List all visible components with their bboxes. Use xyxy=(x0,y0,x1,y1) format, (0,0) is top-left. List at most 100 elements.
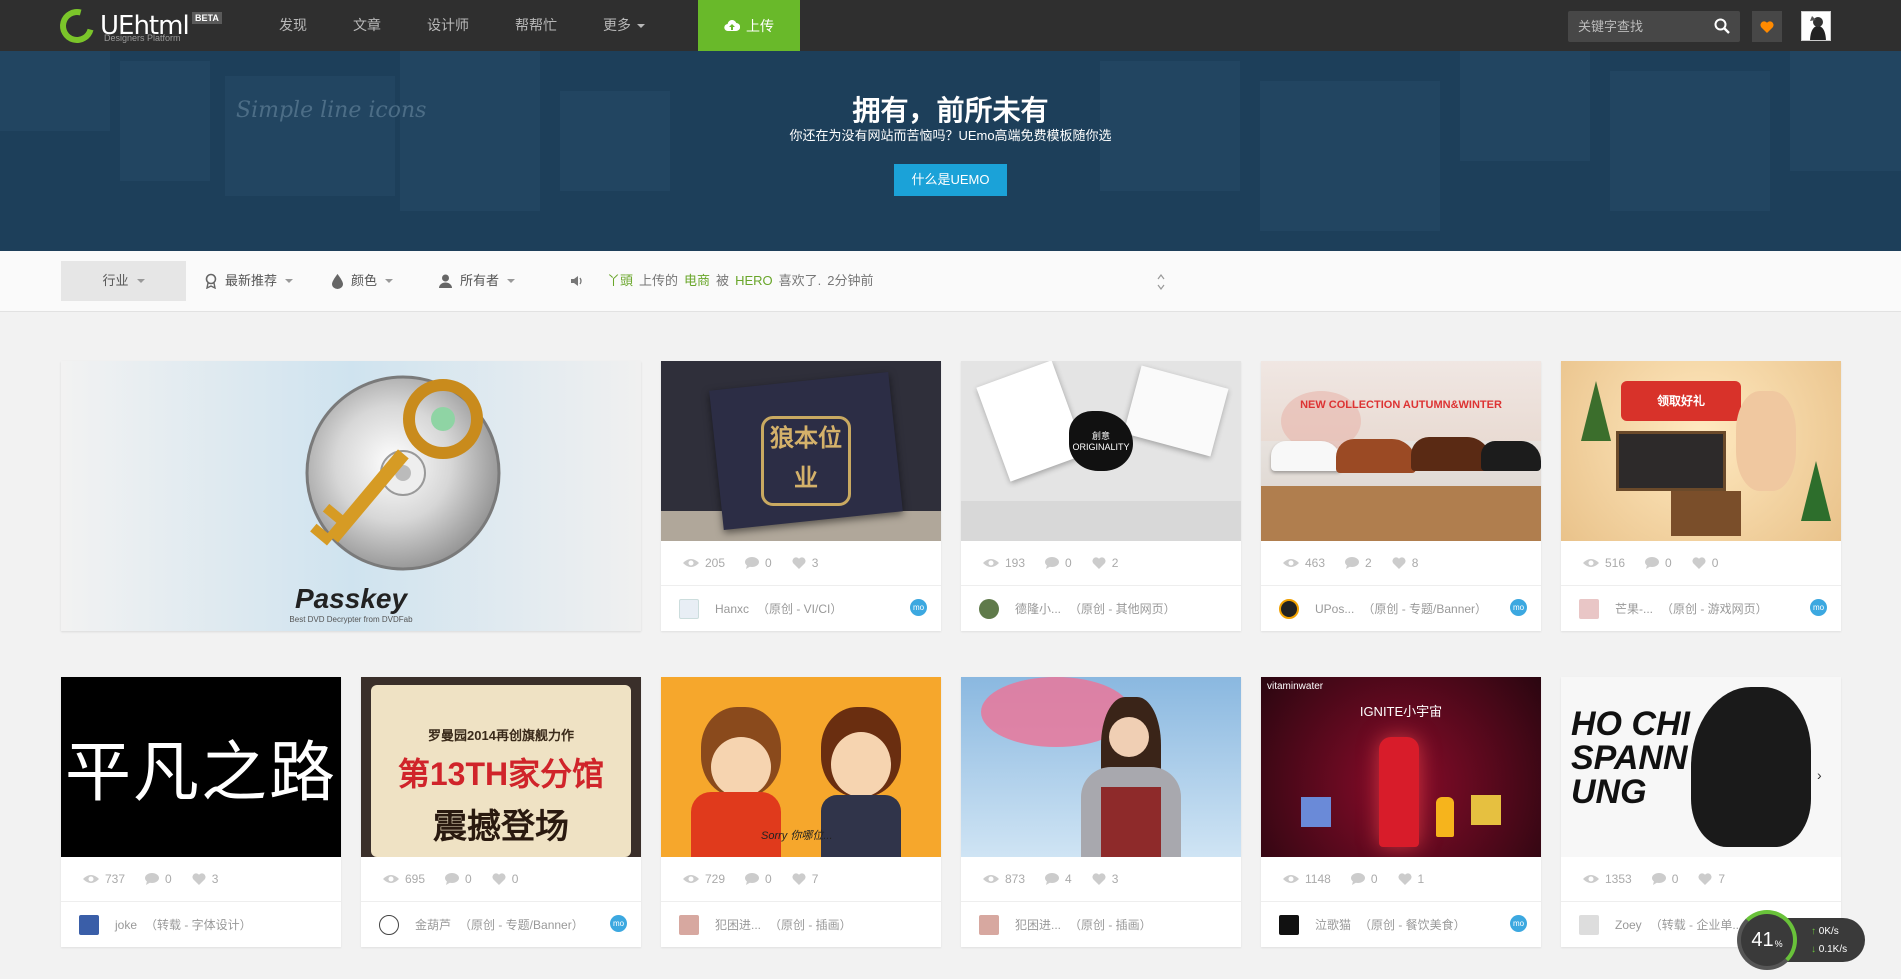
work-card[interactable]: 平凡之路 737 0 3 joke （转载 - 字体设计） xyxy=(61,677,341,947)
mo-badge: mo xyxy=(910,599,927,616)
thumb-text: 創意 ORIGINALITY xyxy=(1069,411,1133,471)
work-card[interactable]: Sorry 你哪位... 729 0 7 犯困进... （原创 - 插画） xyxy=(661,677,941,947)
nav-item-designers[interactable]: 设计师 xyxy=(404,0,492,51)
work-meta: （原创 - 专题/Banner） xyxy=(1362,602,1488,616)
work-meta: （原创 - VI/CI） xyxy=(757,602,843,616)
author-avatar[interactable] xyxy=(1279,598,1299,619)
work-card[interactable]: vitaminwater IGNITE小宇宙 1148 0 1 泣歌猫 （原创 … xyxy=(1261,677,1541,947)
author-name[interactable]: 芒果-... xyxy=(1615,600,1653,617)
nav-item-articles[interactable]: 文章 xyxy=(330,0,404,51)
work-meta: （原创 - 游戏网页） xyxy=(1661,602,1768,616)
author-name[interactable]: Hanxc xyxy=(715,602,749,616)
ticker-user-link[interactable]: 丫頭 xyxy=(607,261,633,301)
site-logo[interactable]: UEhtml Designers Platform BETA xyxy=(53,2,230,50)
user-avatar[interactable] xyxy=(1801,11,1831,41)
author-name[interactable]: joke xyxy=(115,918,137,932)
view-count: 873 xyxy=(1005,872,1026,886)
what-is-uemo-button[interactable]: 什么是UEMO xyxy=(894,164,1007,196)
carousel-next-icon[interactable]: › xyxy=(1817,767,1822,783)
ticker-liker-link[interactable]: HERO xyxy=(735,261,773,301)
author-avatar[interactable] xyxy=(679,598,699,619)
view-count: 1148 xyxy=(1305,872,1331,886)
author-avatar[interactable] xyxy=(79,914,99,935)
upload-button[interactable]: 上传 xyxy=(698,0,800,51)
mo-badge: mo xyxy=(1510,915,1527,932)
filter-sort-label: 最新推荐 xyxy=(225,273,278,288)
comment-icon xyxy=(1350,873,1365,885)
nav-item-more[interactable]: 更多 xyxy=(580,0,668,51)
work-thumbnail[interactable]: NEW COLLECTION AUTUMN&WINTER xyxy=(1261,361,1541,541)
author-name[interactable]: UPos... xyxy=(1315,602,1354,616)
work-card[interactable]: HO CHI SPANN UNG › 1353 0 7 Zoey （转载 - 企… xyxy=(1561,677,1841,947)
author-avatar[interactable] xyxy=(979,914,999,935)
search-input[interactable] xyxy=(1568,11,1698,42)
author-name[interactable]: 德隆小... xyxy=(1015,600,1061,617)
work-card[interactable]: 罗曼园2014再创旗舰力作 第13TH家分馆 震撼登场 695 0 0 金葫芦 … xyxy=(361,677,641,947)
featured-title: Passkey xyxy=(294,583,408,614)
eye-icon xyxy=(683,875,699,883)
author-avatar[interactable] xyxy=(1279,914,1299,935)
nav-item-help[interactable]: 帮帮忙 xyxy=(492,0,580,51)
upload-arrow-icon: ↑ xyxy=(1811,926,1816,937)
ticker-item-link[interactable]: 电商 xyxy=(684,261,710,301)
author-name[interactable]: 犯困进... xyxy=(1015,916,1061,933)
main-nav: 发现 文章 设计师 帮帮忙 更多 xyxy=(256,0,668,51)
beta-badge: BETA xyxy=(192,12,222,24)
network-speed-widget[interactable]: ↑ 0K/s ↓ 0.1K/s 41% xyxy=(1737,910,1865,970)
search-icon[interactable] xyxy=(1714,18,1730,34)
nav-item-discover[interactable]: 发现 xyxy=(256,0,330,51)
comment-count: 0 xyxy=(765,556,772,570)
filter-industry[interactable]: 行业 xyxy=(61,261,186,301)
work-meta: （转载 - 企业单... xyxy=(1649,918,1743,932)
comment-count: 0 xyxy=(1671,872,1679,886)
work-card[interactable]: 领取好礼 516 0 0 芒果-... （原创 - 游戏网页） mo xyxy=(1561,361,1841,631)
author-avatar[interactable] xyxy=(379,914,399,935)
work-card[interactable]: 狼本位业 205 0 3 Hanxc （原创 - VI/CI） mo xyxy=(661,361,941,631)
work-meta: （原创 - 其他网页） xyxy=(1069,602,1176,616)
comment-count: 0 xyxy=(165,872,172,886)
work-meta: （原创 - 餐饮美食） xyxy=(1359,918,1466,932)
work-card[interactable]: 873 4 3 犯困进... （原创 - 插画） xyxy=(961,677,1241,947)
speed-percent: 41 xyxy=(1751,928,1774,951)
author-name[interactable]: 金葫芦 xyxy=(415,916,451,933)
eye-icon xyxy=(383,875,399,883)
author-name[interactable]: Zoey xyxy=(1615,918,1642,932)
author-name[interactable]: 泣歌猫 xyxy=(1315,916,1351,933)
work-thumbnail[interactable]: 罗曼园2014再创旗舰力作 第13TH家分馆 震撼登场 xyxy=(361,677,641,857)
filter-sort[interactable]: 最新推荐 xyxy=(205,261,294,301)
download-speed: 0.1K/s xyxy=(1818,944,1848,955)
author-avatar[interactable] xyxy=(979,598,999,619)
work-meta: （原创 - 专题/Banner） xyxy=(459,918,584,932)
author-avatar[interactable] xyxy=(1579,598,1599,619)
work-thumbnail[interactable]: 领取好礼 xyxy=(1561,361,1841,541)
card-stats: 205 0 3 xyxy=(661,541,941,586)
card-stats: 1353 0 7 xyxy=(1561,857,1841,902)
like-count: 0 xyxy=(1711,556,1719,570)
work-thumbnail[interactable]: Sorry 你哪位... xyxy=(661,677,941,857)
heart-icon xyxy=(1760,20,1774,33)
hero-subtitle: 你还在为没有网站而苦恼吗？UEmo高端免费模板随你选 xyxy=(789,128,1112,143)
filter-color[interactable]: 颜色 xyxy=(332,261,394,301)
card-author: 德隆小... （原创 - 其他网页） xyxy=(961,586,1241,631)
work-thumbnail[interactable]: 狼本位业 xyxy=(661,361,941,541)
card-author: 金葫芦 （原创 - 专题/Banner） mo xyxy=(361,902,641,947)
work-thumbnail[interactable]: 平凡之路 xyxy=(61,677,341,857)
featured-card-passkey[interactable]: Passkey Best DVD Decrypter from DVDFab xyxy=(61,361,641,631)
view-count: 729 xyxy=(705,872,726,886)
filter-owner[interactable]: 所有者 xyxy=(439,261,516,301)
favorites-button[interactable] xyxy=(1752,11,1782,42)
work-thumbnail[interactable] xyxy=(961,677,1241,857)
ticker-scroll-arrows-icon[interactable] xyxy=(1156,273,1166,291)
heart-icon xyxy=(192,873,206,885)
work-thumbnail[interactable]: HO CHI SPANN UNG › xyxy=(1561,677,1841,857)
work-card[interactable]: NEW COLLECTION AUTUMN&WINTER 463 2 8 UPo… xyxy=(1261,361,1541,631)
work-meta: （转载 - 字体设计） xyxy=(145,918,252,932)
work-card[interactable]: 創意 ORIGINALITY 193 0 2 德隆小... （原创 - 其他网页… xyxy=(961,361,1241,631)
comment-count: 4 xyxy=(1065,872,1072,886)
comment-icon xyxy=(145,873,160,885)
work-thumbnail[interactable]: 創意 ORIGINALITY xyxy=(961,361,1241,541)
work-thumbnail[interactable]: vitaminwater IGNITE小宇宙 xyxy=(1261,677,1541,857)
author-name[interactable]: 犯困进... xyxy=(715,916,761,933)
author-avatar[interactable] xyxy=(1579,914,1599,935)
author-avatar[interactable] xyxy=(679,914,699,935)
